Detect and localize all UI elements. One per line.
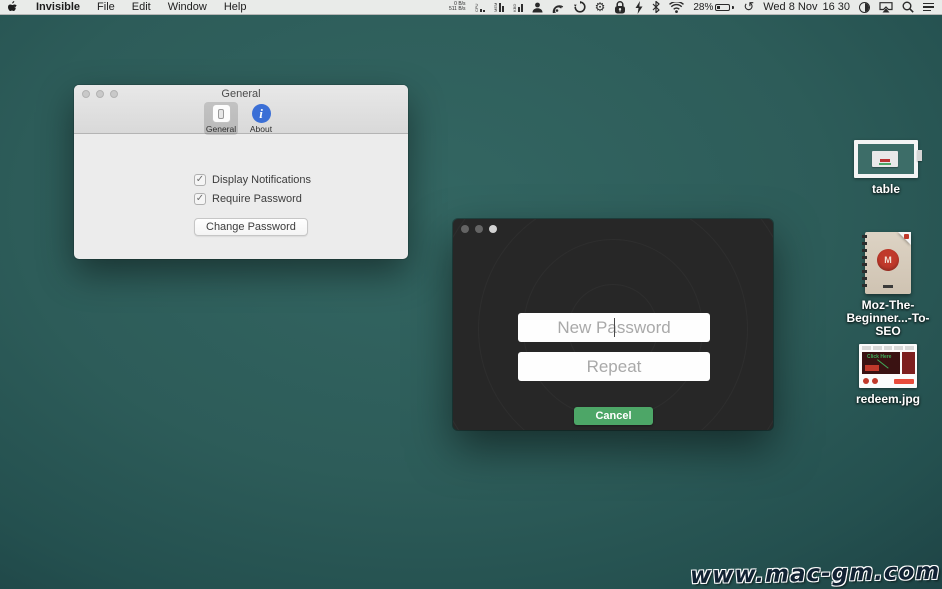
text-caret [614, 318, 615, 337]
cpu-meter[interactable]: CPU [475, 2, 485, 12]
signal-fan-icon[interactable] [552, 1, 565, 13]
general-titlebar[interactable]: General General i About [74, 85, 408, 134]
require-password-row: Require Password [194, 193, 408, 205]
window-title: General [74, 85, 408, 100]
battery-icon [715, 4, 730, 11]
change-password-button[interactable]: Change Password [194, 218, 308, 236]
require-password-label: Require Password [212, 193, 302, 205]
moon-icon[interactable] [859, 2, 870, 13]
tab-about[interactable]: i About [244, 102, 278, 135]
repeat-password-input[interactable] [518, 352, 710, 381]
display-notifications-label: Display Notifications [212, 174, 311, 186]
clock-indicator[interactable]: Wed 8 Nov 16 30 [763, 1, 850, 13]
display-notifications-row: Display Notifications [194, 174, 408, 186]
icon-label: redeem.jpg [856, 393, 920, 406]
net-down-label: 511 B/s [449, 7, 466, 12]
password-dialog-window: Cancel [453, 219, 773, 430]
desktop-icon-table[interactable]: table [836, 140, 936, 196]
sync-icon[interactable] [574, 1, 586, 13]
tab-general[interactable]: General [204, 102, 238, 135]
general-tab-icon [212, 104, 231, 123]
cancel-button[interactable]: Cancel [574, 407, 653, 425]
bluetooth-icon[interactable] [652, 1, 660, 13]
menu-help[interactable]: Help [224, 1, 247, 13]
user-icon[interactable] [532, 2, 543, 13]
gear-icon[interactable]: ⚙ [595, 1, 606, 13]
repeat-password-field-wrap [518, 352, 710, 381]
icon-label: Moz-The- Beginner...-To-SEO [838, 299, 938, 338]
watermark-text: www.mac-gm.com [690, 559, 941, 589]
notification-center-icon[interactable] [923, 3, 934, 12]
lock-icon[interactable] [614, 1, 626, 14]
close-button[interactable] [82, 90, 90, 98]
general-preferences-window: General General i About Display Notifica… [74, 85, 408, 259]
toolbar-tabs: General i About [74, 102, 408, 135]
battery-indicator[interactable]: 28% [693, 2, 734, 13]
display-notifications-checkbox[interactable] [194, 174, 206, 186]
menu-window[interactable]: Window [168, 1, 207, 13]
disk-meter[interactable]: KBD [513, 2, 523, 12]
desktop-icon-redeem[interactable]: Click Here redeem.jpg [838, 344, 938, 406]
info-icon: i [252, 104, 271, 123]
apple-menu-icon[interactable] [8, 1, 19, 14]
require-password-checkbox[interactable] [194, 193, 206, 205]
general-content: Display Notifications Require Password C… [74, 134, 408, 236]
mem-meter[interactable]: MEM [494, 2, 504, 12]
moz-logo: M [877, 249, 899, 271]
search-icon[interactable] [902, 1, 914, 13]
traffic-lights [82, 90, 118, 98]
zoom-button[interactable] [110, 90, 118, 98]
time-label: 16 30 [822, 1, 850, 13]
desktop-icon-moz-pdf[interactable]: M Moz-The- Beginner...-To-SEO [838, 232, 938, 338]
wifi-icon[interactable] [669, 2, 684, 13]
airplay-icon[interactable] [879, 2, 893, 13]
menu-file[interactable]: File [97, 1, 115, 13]
moz-pdf-thumbnail: M [865, 232, 911, 294]
network-speed-indicator[interactable]: 0 B/s 511 B/s [449, 2, 466, 12]
new-password-field-wrap [518, 313, 710, 342]
menu-edit[interactable]: Edit [132, 1, 151, 13]
table-thumbnail [854, 140, 918, 178]
bolt-icon[interactable] [635, 1, 643, 14]
minimize-button[interactable] [96, 90, 104, 98]
battery-percent-label: 28% [693, 2, 713, 13]
time-machine-icon[interactable]: ↺ [743, 1, 754, 13]
menu-bar: Invisible File Edit Window Help 0 B/s 51… [0, 0, 942, 15]
app-menu-invisible[interactable]: Invisible [36, 1, 80, 13]
date-label: Wed 8 Nov [763, 1, 817, 13]
icon-label: table [872, 183, 900, 196]
redeem-thumbnail: Click Here [859, 344, 917, 388]
